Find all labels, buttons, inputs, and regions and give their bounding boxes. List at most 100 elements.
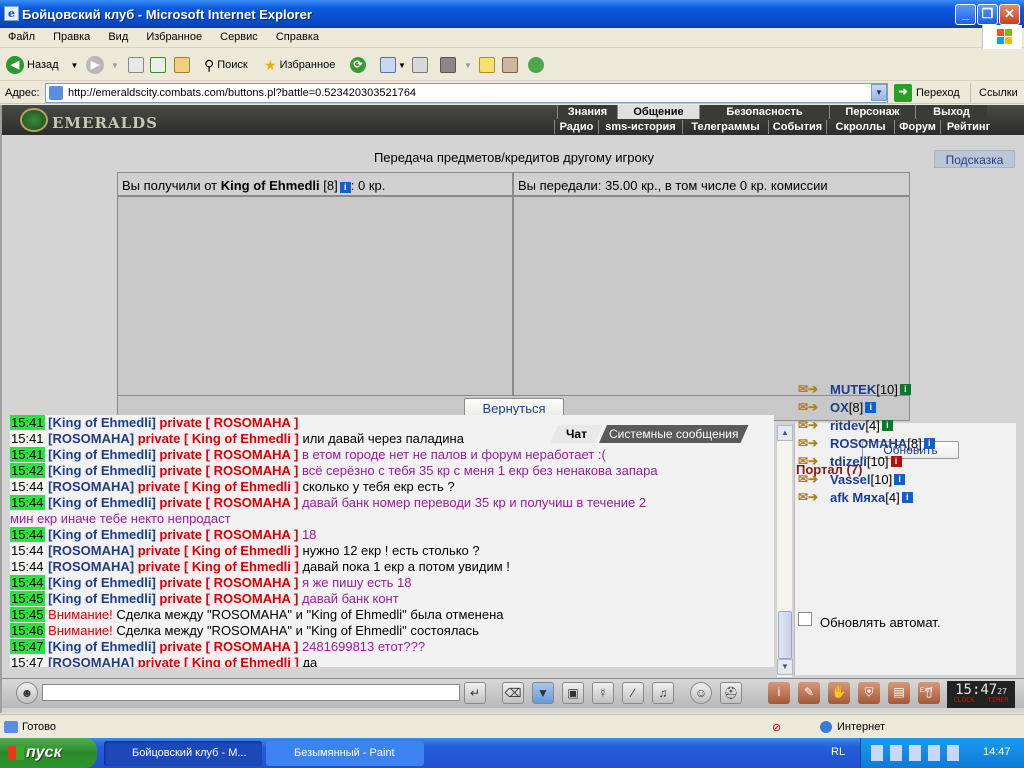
- chat-timestamp[interactable]: 15:41: [10, 447, 45, 462]
- chat-timestamp[interactable]: 15:44: [10, 575, 45, 590]
- user-info-icon[interactable]: i: [894, 473, 906, 485]
- home-button[interactable]: [174, 55, 190, 75]
- save-icon[interactable]: ▣: [562, 682, 584, 704]
- chat-sender[interactable]: [ROSOMAHA]: [48, 543, 134, 558]
- private-message-icon[interactable]: ✉➔: [798, 436, 820, 450]
- menu-help[interactable]: Справка: [268, 28, 326, 43]
- chat-timestamp[interactable]: 15:45: [10, 591, 45, 606]
- user-row[interactable]: ✉➔ ritdev [4] i: [798, 416, 893, 434]
- nav-security[interactable]: Безопасность: [699, 105, 829, 119]
- chat-sender[interactable]: [ROSOMAHA]: [48, 655, 134, 667]
- user-info-icon[interactable]: i: [923, 437, 935, 449]
- messenger-button[interactable]: [528, 55, 544, 75]
- nav-events[interactable]: События: [768, 120, 826, 134]
- private-message-icon[interactable]: ✉➔: [798, 472, 820, 486]
- tab-system-messages[interactable]: Системные сообщения: [599, 425, 749, 443]
- chat-sender[interactable]: [ROSOMAHA]: [48, 479, 134, 494]
- chat-timestamp[interactable]: 15:44: [10, 527, 45, 542]
- go-button[interactable]: ➜ Переход: [894, 83, 966, 103]
- maximize-button[interactable]: ❐: [977, 4, 998, 25]
- chat-timestamp[interactable]: 15:44: [10, 479, 45, 494]
- address-dropdown-button[interactable]: ▼: [871, 84, 887, 101]
- nav-communication[interactable]: Общение: [617, 105, 699, 119]
- nav-knowledge[interactable]: Знания: [557, 105, 617, 119]
- user-name[interactable]: tdizeli: [830, 454, 867, 469]
- minimize-button[interactable]: _: [955, 4, 976, 25]
- private-message-icon[interactable]: ✉➔: [798, 400, 820, 414]
- user-name[interactable]: ritdev: [830, 418, 865, 433]
- nav-forum[interactable]: Форум: [894, 120, 940, 134]
- user-row[interactable]: ✉➔ OX [8] i: [798, 398, 877, 416]
- chat-sender[interactable]: [King of Ehmedli]: [48, 447, 156, 462]
- chat-timestamp[interactable]: 15:41: [10, 431, 45, 446]
- help-button[interactable]: Подсказка: [934, 150, 1015, 168]
- nav-radio[interactable]: Радио: [554, 120, 598, 134]
- user-name[interactable]: MUTEK: [830, 382, 876, 397]
- back-button[interactable]: ◀ Назад ▼: [6, 55, 78, 75]
- chat-private-target[interactable]: private [ King of Ehmedli ]: [138, 479, 299, 494]
- chat-private-target[interactable]: private [ ROSOMAHA ]: [159, 495, 298, 510]
- tab-chat[interactable]: Чат: [550, 425, 603, 443]
- task-paint[interactable]: Безымянный - Paint: [266, 741, 424, 766]
- chat-timestamp[interactable]: 15:47: [10, 655, 45, 667]
- scroll-down-icon[interactable]: ▼: [777, 659, 793, 675]
- chat-private-target[interactable]: private [ King of Ehmedli ]: [138, 431, 299, 446]
- sound-icon[interactable]: ♫: [652, 682, 674, 704]
- user-row[interactable]: ✉➔ tdizeli [10] i: [798, 452, 902, 470]
- shield-icon[interactable]: ⛨: [858, 682, 880, 704]
- chat-sender[interactable]: [King of Ehmedli]: [48, 639, 156, 654]
- user-info-icon[interactable]: i: [881, 419, 893, 431]
- chevron-down-icon[interactable]: ▼: [71, 61, 79, 70]
- filter-icon[interactable]: ▼: [532, 682, 554, 704]
- menu-edit[interactable]: Правка: [45, 28, 97, 43]
- nav-telegrams[interactable]: Телеграммы: [682, 120, 768, 134]
- slash-icon[interactable]: ⁄: [622, 682, 644, 704]
- helmet-icon[interactable]: ⛑: [720, 682, 742, 704]
- auto-refresh-checkbox[interactable]: [798, 612, 812, 626]
- scroll-thumb[interactable]: [778, 611, 792, 659]
- popup-blocked-icon[interactable]: ⊘: [772, 721, 781, 734]
- chat-sender[interactable]: [ROSOMAHA]: [48, 431, 134, 446]
- menu-tools[interactable]: Сервис: [212, 28, 265, 43]
- menu-file[interactable]: Файл: [0, 28, 42, 43]
- links-button[interactable]: Ссылки: [970, 83, 1024, 103]
- chat-private-target[interactable]: private [ King of Ehmedli ]: [138, 655, 299, 667]
- user-info-icon[interactable]: i: [865, 401, 877, 413]
- language-indicator[interactable]: RL: [831, 746, 845, 758]
- private-message-icon[interactable]: ✉➔: [798, 490, 820, 504]
- chat-timestamp[interactable]: 15:47: [10, 639, 45, 654]
- exit-icon[interactable]: EXIT ▯: [918, 682, 940, 704]
- chat-private-target[interactable]: private [ King of Ehmedli ]: [138, 559, 299, 574]
- chat-private-target[interactable]: private [ ROSOMAHA ]: [159, 591, 298, 606]
- chat-timestamp[interactable]: 15:45: [10, 607, 45, 622]
- nav-exit[interactable]: Выход: [915, 105, 987, 119]
- chat-sender[interactable]: [ROSOMAHA]: [48, 559, 134, 574]
- discuss-button[interactable]: [479, 55, 495, 75]
- eraser-icon[interactable]: ⌫: [502, 682, 524, 704]
- scroll-action-icon[interactable]: ✎: [798, 682, 820, 704]
- forward-button[interactable]: ▶ ▼: [86, 55, 119, 75]
- research-button[interactable]: [502, 55, 518, 75]
- user-name[interactable]: Vassel: [830, 472, 871, 487]
- user-row[interactable]: ✉➔ Vassel [10] i: [798, 470, 906, 488]
- user-row[interactable]: ✉➔ afk Мяха [4] i: [798, 488, 913, 506]
- chat-sender[interactable]: [King of Ehmedli]: [48, 591, 156, 606]
- info-icon[interactable]: i: [339, 182, 351, 193]
- chat-sender[interactable]: [King of Ehmedli]: [48, 495, 156, 510]
- user-name[interactable]: afk Мяха: [830, 490, 885, 505]
- chat-sender[interactable]: [King of Ehmedli]: [48, 527, 156, 542]
- refresh-button[interactable]: [150, 55, 166, 75]
- chat-timestamp[interactable]: 15:42: [10, 463, 45, 478]
- task-ie[interactable]: Бойцовский клуб - М...: [104, 741, 262, 766]
- chat-timestamp[interactable]: 15:44: [10, 495, 45, 510]
- hands-icon[interactable]: ✋: [828, 682, 850, 704]
- address-input[interactable]: http://emeraldscity.combats.com/buttons.…: [45, 83, 888, 103]
- history-button[interactable]: ⟳: [350, 55, 369, 75]
- stop-button[interactable]: [128, 55, 144, 75]
- smiley-icon[interactable]: ☺: [690, 682, 712, 704]
- private-message-icon[interactable]: ✉➔: [798, 418, 820, 432]
- user-info-icon[interactable]: i: [890, 455, 902, 467]
- chat-scrollbar[interactable]: ▲ ▼: [776, 425, 793, 677]
- menu-favorites[interactable]: Избранное: [138, 28, 209, 43]
- mail-button[interactable]: ▼: [380, 55, 406, 75]
